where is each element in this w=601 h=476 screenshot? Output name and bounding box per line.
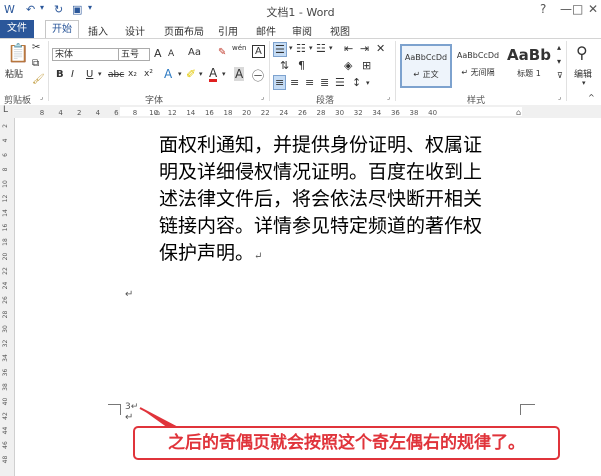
- callout-arrow: [139, 407, 180, 429]
- annotation-callout: 之后的奇偶页就会按照这个奇左偶右的规律了。: [133, 426, 560, 460]
